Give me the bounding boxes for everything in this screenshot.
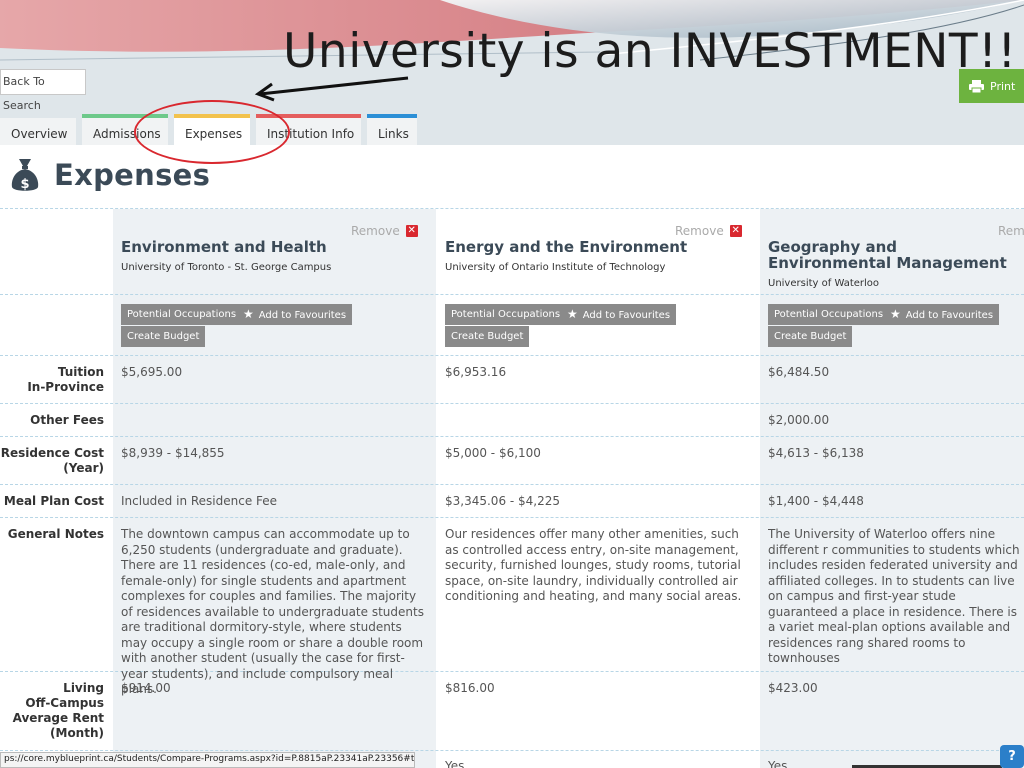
next-row-value: Yes <box>768 759 788 768</box>
add-favourites-label: Add to Favourites <box>582 310 671 321</box>
row-label-other-fees: Other Fees <box>30 413 104 427</box>
program-header-3: Geography and Environmental Management U… <box>768 239 1008 292</box>
program-header-1: Environment and Health University of Tor… <box>121 239 421 276</box>
remove-label: Remove <box>351 224 400 238</box>
living-value: $914.00 <box>121 681 171 695</box>
row-divider <box>0 294 1024 295</box>
tab-overview[interactable]: Overview <box>0 114 76 145</box>
svg-text:$: $ <box>20 177 29 192</box>
create-budget-button[interactable]: Create Budget <box>768 326 853 347</box>
program-header-2: Energy and the Environment University of… <box>445 239 745 276</box>
general-notes-value: The downtown campus can accommodate up t… <box>121 527 424 696</box>
general-notes-value: Our residences offer many other amenitie… <box>445 527 742 603</box>
program-title[interactable]: Energy and the Environment <box>445 239 745 255</box>
program-institution: University of Toronto - St. George Campu… <box>121 262 332 273</box>
money-bag-icon: $ <box>11 159 39 192</box>
program-title[interactable]: Geography and Environmental Management <box>768 239 1008 271</box>
close-icon[interactable]: ✕ <box>729 225 742 237</box>
print-label: Print <box>990 79 1016 93</box>
status-bar-url: ps://core.myblueprint.ca/Students/Compar… <box>0 752 415 768</box>
star-icon: ★ <box>567 307 578 321</box>
meal-plan-value: Included in Residence Fee <box>121 494 278 508</box>
add-to-favourites-button[interactable]: ★ Add to Favourites <box>561 304 677 325</box>
meal-plan-value: $1,400 - $4,448 <box>768 494 864 508</box>
row-divider <box>0 517 1024 518</box>
row-divider <box>0 403 1024 404</box>
remove-program-3[interactable]: Remove <box>998 224 1024 238</box>
star-icon: ★ <box>243 307 254 321</box>
row-divider <box>0 484 1024 485</box>
page-heading: $ Expenses <box>10 157 210 193</box>
remove-program-2[interactable]: Remove ✕ <box>675 224 742 238</box>
tab-links[interactable]: Links <box>367 114 417 145</box>
row-divider <box>0 355 1024 356</box>
program-institution: University of Waterloo <box>768 278 880 289</box>
create-budget-button[interactable]: Create Budget <box>445 326 530 347</box>
row-divider <box>0 436 1024 437</box>
row-label-residence: Residence Cost (Year) <box>0 446 104 475</box>
add-favourites-label: Add to Favourites <box>258 310 347 321</box>
potential-occupations-button[interactable]: Potential Occupations <box>121 304 243 325</box>
annotation-circle <box>134 100 290 164</box>
other-fees-value: $2,000.00 <box>768 413 830 427</box>
row-label-living: Living Off-Campus Average Rent (Month) <box>12 681 104 740</box>
potential-occupations-button[interactable]: Potential Occupations <box>445 304 567 325</box>
residence-value: $8,939 - $14,855 <box>121 446 225 460</box>
remove-program-1[interactable]: Remove ✕ <box>351 224 418 238</box>
remove-label: Remove <box>675 224 724 238</box>
compare-table: Remove ✕ Environment and Health Universi… <box>0 208 1024 768</box>
add-to-favourites-button[interactable]: ★ Add to Favourites <box>237 304 353 325</box>
row-label-tuition: Tuition In-Province <box>27 365 104 394</box>
tuition-value: $5,695.00 <box>121 365 183 379</box>
close-icon[interactable]: ✕ <box>405 225 418 237</box>
row-label-general-notes: General Notes <box>7 527 104 541</box>
residence-value: $5,000 - $6,100 <box>445 446 541 460</box>
residence-value: $4,613 - $6,138 <box>768 446 864 460</box>
page-title: Expenses <box>54 158 211 192</box>
add-favourites-label: Add to Favourites <box>905 310 994 321</box>
program-title[interactable]: Environment and Health <box>121 239 421 255</box>
remove-label: Remove <box>998 224 1024 238</box>
create-budget-button[interactable]: Create Budget <box>121 326 206 347</box>
back-to-search-button[interactable]: Back To Search <box>0 69 86 112</box>
meal-plan-value: $3,345.06 - $4,225 <box>445 494 561 508</box>
program-institution: University of Ontario Institute of Techn… <box>445 262 666 273</box>
annotation-arrow <box>254 76 409 102</box>
print-button[interactable]: Print <box>959 69 1024 103</box>
general-notes-value: The University of Waterloo offers nine d… <box>768 527 1020 665</box>
tuition-value: $6,953.16 <box>445 365 507 379</box>
printer-icon <box>969 79 984 93</box>
tuition-value: $6,484.50 <box>768 365 830 379</box>
living-value: $816.00 <box>445 681 495 695</box>
next-row-value: Yes <box>445 759 465 768</box>
potential-occupations-button[interactable]: Potential Occupations <box>768 304 890 325</box>
row-divider <box>0 750 1024 751</box>
living-value: $423.00 <box>768 681 818 695</box>
star-icon: ★ <box>890 307 901 321</box>
help-icon[interactable]: ? <box>1000 745 1024 768</box>
add-to-favourites-button[interactable]: ★ Add to Favourites <box>884 304 1000 325</box>
row-label-meal-plan: Meal Plan Cost <box>3 494 104 508</box>
